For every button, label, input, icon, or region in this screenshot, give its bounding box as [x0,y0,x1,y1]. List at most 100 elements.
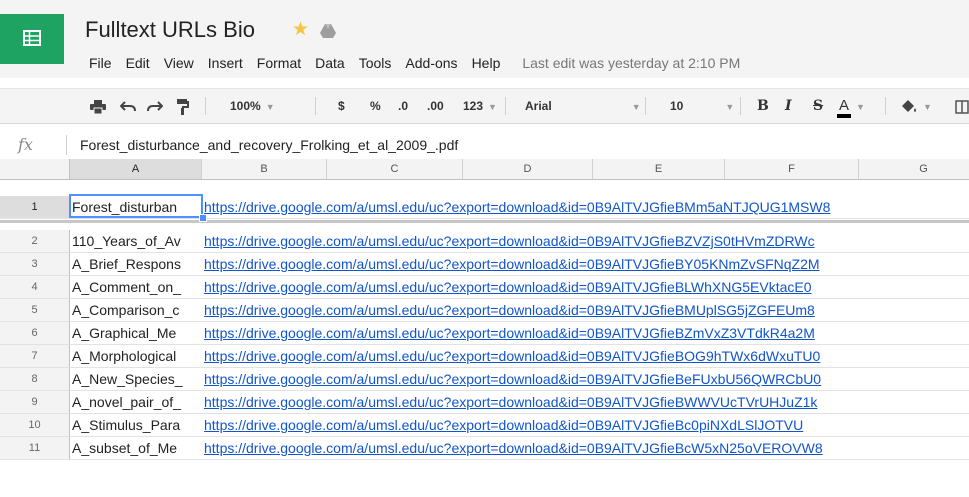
header: Fulltext URLs Bio ★ File Edit View Inser… [0,0,969,78]
bold-button[interactable]: B [757,89,769,123]
paint-format-icon[interactable] [177,89,189,123]
row-header[interactable]: 2 [0,230,70,252]
font-size-select[interactable]: 10 ▼ [670,89,734,123]
column-header-c[interactable]: C [327,159,463,179]
table-row: 11 A_subset_of_Me https://drive.google.c… [0,437,969,460]
menu-help[interactable]: Help [472,55,501,71]
cell-a[interactable]: A_New_Species_ [70,368,202,390]
select-all-corner[interactable] [0,159,70,179]
menu-addons[interactable]: Add-ons [405,55,457,71]
menu-view[interactable]: View [164,55,194,71]
borders-icon[interactable] [955,89,969,123]
chevron-down-icon: ▼ [856,102,865,112]
cell-b-link[interactable]: https://drive.google.com/a/umsl.edu/uc?e… [202,276,812,298]
currency-format-button[interactable]: $ [338,89,345,123]
table-row: 4 A_Comment_on_ https://drive.google.com… [0,276,969,299]
font-family-value: Arial [525,99,552,113]
table-row: 10 A_Stimulus_Para https://drive.google.… [0,414,969,437]
row-header[interactable]: 10 [0,414,70,436]
star-icon[interactable]: ★ [292,20,309,39]
text-color-button[interactable]: A ▼ [837,89,865,123]
cell-b-link[interactable]: https://drive.google.com/a/umsl.edu/uc?e… [202,368,821,390]
strikethrough-button[interactable]: S [813,89,823,123]
cell-b-link[interactable]: https://drive.google.com/a/umsl.edu/uc?e… [202,437,823,459]
percent-format-button[interactable]: % [370,89,381,123]
column-header-g[interactable]: G [859,159,969,179]
cell-a[interactable]: 110_Years_of_Av [70,230,202,252]
menu-file[interactable]: File [89,55,112,71]
document-title[interactable]: Fulltext URLs Bio [85,17,255,43]
column-header-d[interactable]: D [463,159,593,179]
last-edit-status[interactable]: Last edit was yesterday at 2:10 PM [522,55,740,71]
column-header-b[interactable]: B [202,159,327,179]
chevron-down-icon: ▼ [488,102,497,112]
chevron-down-icon: ▼ [923,102,932,112]
more-formats-label: 123 [463,99,484,113]
fill-color-button[interactable]: ▼ [900,89,932,123]
formula-bar: fx Forest_disturbance_and_recovery_Frolk… [0,131,969,160]
table-row: 7 A_Morphological https://drive.google.c… [0,345,969,368]
row-header[interactable]: 8 [0,368,70,390]
cell-a[interactable]: A_Morphological [70,345,202,367]
cell-b-link[interactable]: https://drive.google.com/a/umsl.edu/uc?e… [202,299,815,321]
row-header[interactable]: 9 [0,391,70,413]
cell-b-link[interactable]: https://drive.google.com/a/umsl.edu/uc?e… [202,391,817,413]
fill-handle[interactable] [199,214,207,222]
cell-b-link[interactable]: https://drive.google.com/a/umsl.edu/uc?e… [202,322,815,344]
column-header-row: A B C D E F G [0,159,969,180]
cell-a[interactable]: A_Brief_Respons [70,253,202,275]
redo-icon[interactable] [147,89,164,123]
cell-a[interactable]: A_subset_of_Me [70,437,202,459]
menu-edit[interactable]: Edit [126,55,150,71]
menu-data[interactable]: Data [315,55,345,71]
chevron-down-icon: ▼ [725,102,735,112]
decrease-decimal-button[interactable]: .0 [398,89,408,123]
cell-b-link[interactable]: https://drive.google.com/a/umsl.edu/uc?e… [202,345,820,367]
chevron-down-icon: ▼ [265,102,275,112]
cell-a[interactable]: A_Comparison_c [70,299,202,321]
fx-icon: fx [18,135,33,154]
zoom-select[interactable]: 100% ▼ [230,89,275,123]
table-row: 9 A_novel_pair_of_ https://drive.google.… [0,391,969,414]
row-header[interactable]: 1 [0,196,70,218]
cell-b-link[interactable]: https://drive.google.com/a/umsl.edu/uc?e… [202,230,815,252]
cell-a[interactable]: A_Comment_on_ [70,276,202,298]
cell-a[interactable]: A_Stimulus_Para [70,414,202,436]
row-header[interactable]: 7 [0,345,70,367]
cell-a[interactable]: Forest_disturban [70,196,202,218]
cell-a[interactable]: A_Graphical_Me [70,322,202,344]
menu-insert[interactable]: Insert [208,55,243,71]
row-header[interactable]: 6 [0,322,70,344]
cell-b-link[interactable]: https://drive.google.com/a/umsl.edu/uc?e… [202,196,830,218]
print-icon[interactable] [90,89,106,123]
increase-decimal-button[interactable]: .00 [427,89,444,123]
formula-divider [66,135,67,155]
cell-b-link[interactable]: https://drive.google.com/a/umsl.edu/uc?e… [202,253,820,275]
italic-button[interactable]: I [785,89,792,123]
row-header[interactable]: 11 [0,437,70,459]
column-header-f[interactable]: F [725,159,859,179]
cell-b-link[interactable]: https://drive.google.com/a/umsl.edu/uc?e… [202,414,803,436]
menu-format[interactable]: Format [257,55,301,71]
frozen-row-divider[interactable] [0,220,969,223]
cell-a[interactable]: A_novel_pair_of_ [70,391,202,413]
menu-bar: File Edit View Insert Format Data Tools … [89,53,740,73]
drive-folder-icon[interactable] [320,24,336,43]
table-row: 2 110_Years_of_Av https://drive.google.c… [0,230,969,253]
column-header-e[interactable]: E [593,159,725,179]
toolbar-divider [645,97,646,115]
spreadsheet-grid: A B C D E F G 1 Forest_disturban https:/… [0,159,969,497]
fill-color-icon [902,99,916,112]
toolbar-divider [885,97,886,115]
formula-input[interactable]: Forest_disturbance_and_recovery_Frolking… [80,137,458,153]
row-header[interactable]: 5 [0,299,70,321]
row-header[interactable]: 4 [0,276,70,298]
font-family-select[interactable]: Arial ▼ [525,89,641,123]
undo-icon[interactable] [119,89,136,123]
column-header-a[interactable]: A [70,159,202,179]
sheets-logo-icon[interactable] [0,14,64,64]
row-header[interactable]: 3 [0,253,70,275]
menu-tools[interactable]: Tools [359,55,392,71]
more-formats-button[interactable]: 123 ▼ [463,89,497,123]
chevron-down-icon: ▼ [631,102,641,112]
